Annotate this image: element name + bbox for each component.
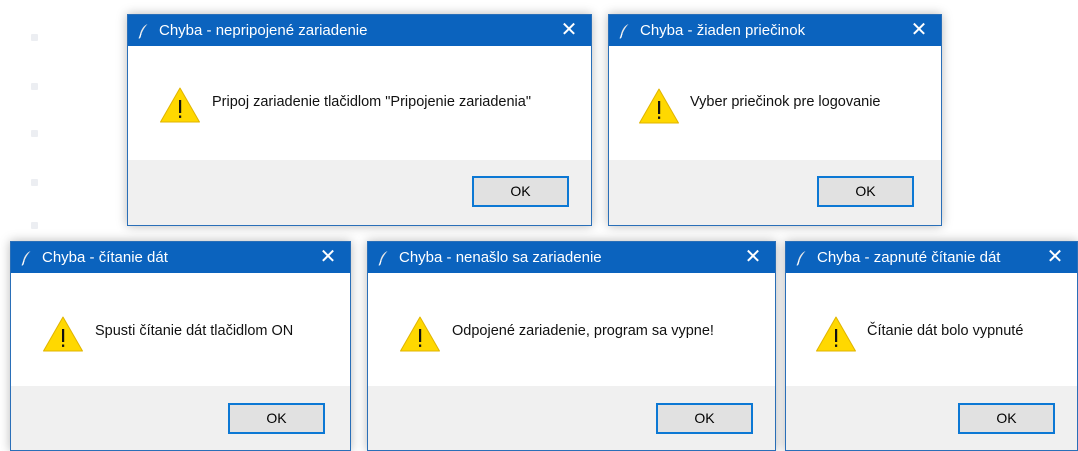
background-dot xyxy=(31,83,38,90)
dialog-message: Odpojené zariadenie, program sa vypne! xyxy=(452,323,714,339)
close-button[interactable]: ✕ xyxy=(731,242,775,273)
background-dot xyxy=(31,179,38,186)
dialog-footer: OK xyxy=(368,386,775,450)
error-dialog-device-not-connected: Chyba - nepripojené zariadenie ✕ Pripoj … xyxy=(127,14,592,226)
background-dot xyxy=(31,222,38,229)
error-dialog-no-folder: Chyba - žiaden priečinok ✕ Vyber priečin… xyxy=(608,14,942,226)
feather-icon xyxy=(21,251,31,266)
close-button[interactable]: ✕ xyxy=(306,242,350,273)
ok-button[interactable]: OK xyxy=(228,403,325,434)
warning-icon xyxy=(816,316,856,352)
dialog-title: Chyba - nenašlo sa zariadenie xyxy=(399,249,602,266)
dialog-footer: OK xyxy=(128,160,591,225)
dialog-footer: OK xyxy=(11,386,350,450)
ok-button[interactable]: OK xyxy=(656,403,753,434)
dialog-body: Čítanie dát bolo vypnuté xyxy=(786,273,1077,388)
ok-button[interactable]: OK xyxy=(958,403,1055,434)
close-button[interactable]: ✕ xyxy=(1033,242,1077,273)
dialog-message: Spusti čítanie dát tlačidlom ON xyxy=(95,323,294,339)
title-bar[interactable]: Chyba - nepripojené zariadenie ✕ xyxy=(128,15,591,46)
title-bar[interactable]: Chyba - čítanie dát ✕ xyxy=(11,242,350,273)
dialog-footer: OK xyxy=(786,386,1077,450)
title-bar[interactable]: Chyba - nenašlo sa zariadenie ✕ xyxy=(368,242,775,273)
dialog-message: Čítanie dát bolo vypnuté xyxy=(867,323,1024,339)
ok-button[interactable]: OK xyxy=(472,176,569,207)
dialog-title: Chyba - žiaden priečinok xyxy=(640,22,806,39)
dialog-body: Vyber priečinok pre logovanie xyxy=(609,46,941,161)
warning-icon xyxy=(43,316,83,352)
error-dialog-reading-enabled: Chyba - zapnuté čítanie dát ✕ Čítanie dá… xyxy=(785,241,1078,451)
dialog-footer: OK xyxy=(609,160,941,225)
dialog-message: Pripoj zariadenie tlačidlom "Pripojenie … xyxy=(212,94,531,110)
ok-button[interactable]: OK xyxy=(817,176,914,207)
dialog-body: Pripoj zariadenie tlačidlom "Pripojenie … xyxy=(128,46,591,161)
warning-icon xyxy=(400,316,440,352)
background-dot xyxy=(31,130,38,137)
warning-icon xyxy=(160,87,200,123)
dialog-body: Odpojené zariadenie, program sa vypne! xyxy=(368,273,775,388)
feather-icon xyxy=(796,251,806,266)
feather-icon xyxy=(378,251,388,266)
dialog-title: Chyba - čítanie dát xyxy=(42,249,168,266)
error-dialog-reading-data: Chyba - čítanie dát ✕ Spusti čítanie dát… xyxy=(10,241,351,451)
error-dialog-device-not-found: Chyba - nenašlo sa zariadenie ✕ Odpojené… xyxy=(367,241,776,451)
title-bar[interactable]: Chyba - zapnuté čítanie dát ✕ xyxy=(786,242,1077,273)
close-button[interactable]: ✕ xyxy=(547,15,591,46)
dialog-title: Chyba - zapnuté čítanie dát xyxy=(817,249,1001,266)
feather-icon xyxy=(619,24,629,39)
close-button[interactable]: ✕ xyxy=(897,15,941,46)
dialog-title: Chyba - nepripojené zariadenie xyxy=(159,22,368,39)
title-bar[interactable]: Chyba - žiaden priečinok ✕ xyxy=(609,15,941,46)
background-dot xyxy=(31,34,38,41)
feather-icon xyxy=(138,24,148,39)
dialog-body: Spusti čítanie dát tlačidlom ON xyxy=(11,273,350,388)
warning-icon xyxy=(639,88,679,124)
dialog-message: Vyber priečinok pre logovanie xyxy=(690,94,881,110)
